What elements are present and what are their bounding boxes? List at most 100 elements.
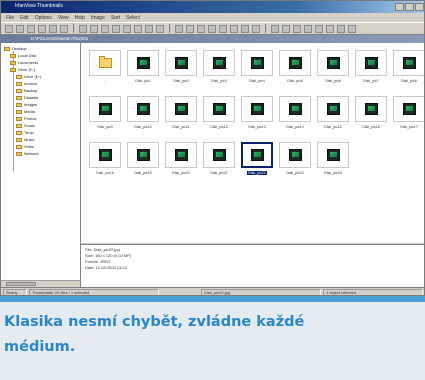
rotate-right-icon[interactable] (90, 24, 98, 33)
thumbnail-item[interactable]: Disk_pic4 (238, 50, 276, 90)
slideshow-icon[interactable] (134, 24, 142, 33)
menu-item-edit[interactable]: Edit (20, 15, 29, 21)
menu-item-options[interactable]: Options (35, 15, 52, 21)
thumbnail-item[interactable]: Disk_pic1 (124, 50, 162, 90)
menu-item-help[interactable]: Help (75, 15, 85, 21)
tree-item-label: Local Disk (18, 53, 37, 58)
thumbnail-label: Disk_pic3 (211, 79, 227, 83)
thumbnail-item[interactable]: Disk_pic23 (276, 142, 314, 182)
thumbnail-item[interactable]: Disk_pic12 (200, 96, 238, 136)
thumbnail-frame (317, 142, 349, 168)
next-icon[interactable] (156, 24, 164, 33)
folder-icon (10, 67, 16, 72)
properties-icon[interactable] (326, 24, 334, 33)
copy-icon[interactable] (38, 24, 46, 33)
tree-item[interactable]: Music (16, 137, 34, 142)
toolbar-separator (265, 24, 266, 33)
thumbnail-item[interactable]: Disk_pic9 (86, 96, 124, 136)
menu-item-sort[interactable]: Sort (111, 15, 120, 21)
thumbnail-item[interactable]: Disk_pic14 (276, 96, 314, 136)
tree-item-label: Diskette (24, 95, 39, 100)
address-bar[interactable]: D:\Pictures\Diskette\Thumbs (1, 35, 424, 43)
save-icon[interactable] (16, 24, 24, 33)
menu-item-select[interactable]: Select (126, 15, 140, 21)
caption-box: Klasika nesmí chybět, zvládne každé médi… (0, 296, 425, 380)
thumbnail-item[interactable]: Disk_pic2 (162, 50, 200, 90)
scrollbar-thumb[interactable] (6, 282, 36, 286)
image-icon (136, 103, 150, 115)
tree-item[interactable]: Archive (16, 81, 37, 86)
first-icon[interactable] (175, 24, 183, 33)
thumbnail-item[interactable]: Disk_pic3 (200, 50, 238, 90)
thumbnail-item[interactable]: Disk_pic7 (352, 50, 390, 90)
folder-icon (16, 123, 22, 128)
tree-item[interactable]: Local Disk (10, 53, 36, 58)
settings-icon[interactable] (208, 24, 216, 33)
window-title: IrfanView Thumbnails (15, 3, 63, 9)
thumbnail-item[interactable]: Disk_pic19 (124, 142, 162, 182)
help-icon[interactable] (219, 24, 227, 33)
tree-item[interactable]: Drive (C:) (10, 67, 35, 72)
menu-item-image[interactable]: Image (91, 15, 105, 21)
fullscreen-icon[interactable] (123, 24, 131, 33)
zoom-in-icon[interactable] (101, 24, 109, 33)
thumbnail-item[interactable]: Disk_pic13 (238, 96, 276, 136)
thumbnail-item[interactable]: Disk_pic5 (276, 50, 314, 90)
thumbnail-item[interactable]: Disk_pic6 (314, 50, 352, 90)
invert-icon[interactable] (304, 24, 312, 33)
tree-item-label: Backup (24, 88, 38, 93)
search-icon[interactable] (315, 24, 323, 33)
last-icon[interactable] (186, 24, 194, 33)
tree-item[interactable]: Video (16, 144, 34, 149)
tree-item[interactable]: Drive (D:) (16, 74, 41, 79)
thumbnail-item[interactable]: Disk_pic24 (314, 142, 352, 182)
email-icon[interactable] (337, 24, 345, 33)
menu-item-file[interactable]: File (6, 15, 14, 21)
sort-icon[interactable] (252, 24, 260, 33)
tree-horizontal-scrollbar[interactable] (1, 280, 80, 287)
thumbnail-item[interactable]: Disk_pic8 (390, 50, 424, 90)
tree-item[interactable]: Backup (16, 88, 37, 93)
thumbnail-item[interactable]: Disk_pic21 (200, 142, 238, 182)
thumbnail-item[interactable]: Disk_pic20 (162, 142, 200, 182)
thumbnail-item[interactable]: Disk_pic11 (162, 96, 200, 136)
delete-icon[interactable] (60, 24, 68, 33)
tree-item[interactable]: Photos (16, 116, 36, 121)
tree-item[interactable]: Media (16, 109, 35, 114)
tree-item[interactable]: Scans (16, 123, 35, 128)
minimize-button[interactable] (395, 3, 404, 11)
thumbnail-label: Disk_pic18 (96, 171, 114, 175)
tree-item-label: Temp (24, 130, 34, 135)
tree-item[interactable]: Temp (16, 130, 34, 135)
info-icon[interactable] (197, 24, 205, 33)
refresh-icon[interactable] (282, 24, 290, 33)
tree-item[interactable]: Documents (10, 60, 38, 65)
thumbnail-item[interactable]: .. (86, 50, 124, 90)
tree-item[interactable]: Network (16, 151, 39, 156)
open-icon[interactable] (5, 24, 13, 33)
thumbnail-item[interactable]: Disk_pic22 (238, 142, 276, 182)
print-icon[interactable] (27, 24, 35, 33)
tree-item[interactable]: Desktop (4, 46, 27, 51)
maximize-button[interactable] (405, 3, 414, 11)
thumbnails-icon[interactable] (241, 24, 249, 33)
close-button[interactable] (415, 3, 424, 11)
menu-item-view[interactable]: View (58, 15, 69, 21)
filter-icon[interactable] (271, 24, 279, 33)
thumbnail-item[interactable]: Disk_pic16 (352, 96, 390, 136)
thumbnail-item[interactable]: Disk_pic18 (86, 142, 124, 182)
batch-icon[interactable] (348, 24, 356, 33)
zoom-out-icon[interactable] (112, 24, 120, 33)
thumbnail-item[interactable]: Disk_pic10 (124, 96, 162, 136)
exit-icon[interactable] (230, 24, 238, 33)
tree-item[interactable]: Diskette (16, 95, 38, 100)
rotate-left-icon[interactable] (79, 24, 87, 33)
tree-item[interactable]: Images (16, 102, 37, 107)
paste-icon[interactable] (49, 24, 57, 33)
thumbnail-item[interactable]: Disk_pic17 (390, 96, 424, 136)
prev-icon[interactable] (145, 24, 153, 33)
thumbnail-item[interactable]: Disk_pic15 (314, 96, 352, 136)
thumbnail-frame (279, 50, 311, 76)
select-all-icon[interactable] (293, 24, 301, 33)
image-icon (288, 149, 302, 161)
